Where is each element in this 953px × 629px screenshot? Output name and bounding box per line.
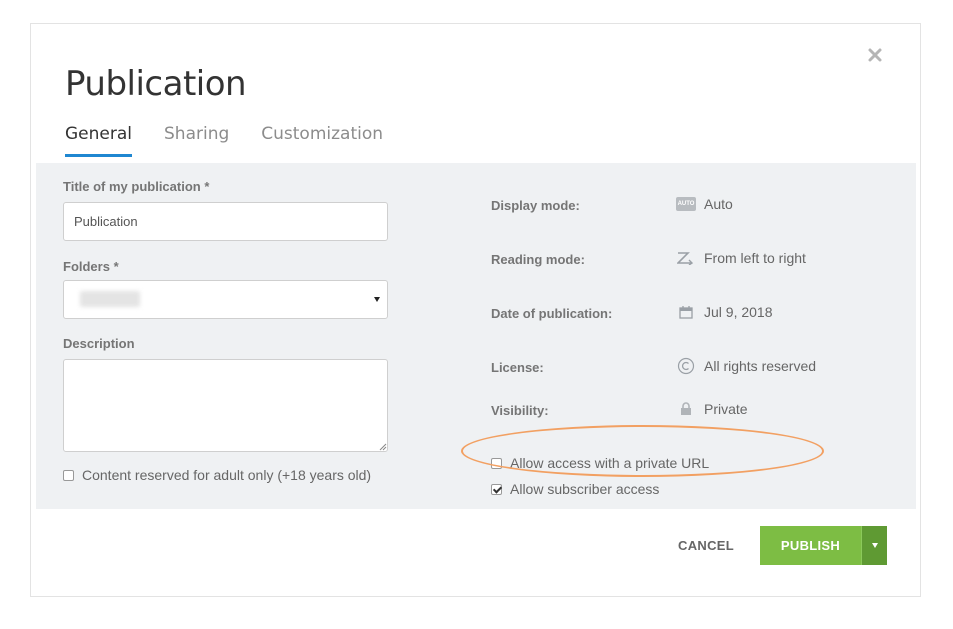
description-label: Description — [63, 336, 135, 351]
calendar-icon — [676, 302, 696, 322]
auto-icon: AUTO — [675, 194, 697, 214]
reading-mode-label: Reading mode: — [491, 252, 585, 267]
tab-general[interactable]: General — [65, 124, 132, 157]
title-input[interactable] — [63, 202, 388, 241]
caret-down-icon — [871, 543, 878, 548]
publication-dialog: Publication General Sharing Customizatio… — [30, 23, 921, 597]
private-url-label: Allow access with a private URL — [510, 455, 710, 471]
left-to-right-icon — [676, 248, 696, 268]
adult-content-label: Content reserved for adult only (+18 yea… — [82, 467, 372, 483]
copyright-icon — [676, 356, 696, 376]
display-mode-value[interactable]: AUTO Auto — [675, 194, 733, 214]
close-icon[interactable] — [866, 46, 884, 64]
visibility-label: Visibility: — [491, 403, 549, 418]
general-panel: Title of my publication * Folders * Desc… — [36, 163, 916, 509]
folders-select[interactable] — [63, 280, 388, 319]
display-mode-label: Display mode: — [491, 198, 580, 213]
private-url-row: Allow access with a private URL — [491, 455, 709, 471]
folders-selected-value — [80, 291, 140, 307]
tab-customization[interactable]: Customization — [261, 124, 383, 157]
resize-grip-icon[interactable] — [379, 443, 387, 451]
publish-button[interactable]: PUBLISH — [760, 526, 861, 565]
adult-content-row: Content reserved for adult only (+18 yea… — [63, 467, 371, 483]
publish-dropdown-button[interactable] — [861, 526, 887, 565]
dialog-title: Publication — [65, 64, 247, 104]
description-textarea[interactable] — [63, 359, 388, 452]
date-value[interactable]: Jul 9, 2018 — [676, 302, 773, 322]
folders-label: Folders * — [63, 259, 119, 274]
license-label: License: — [491, 360, 544, 375]
lock-icon — [676, 399, 696, 419]
subscriber-access-label: Allow subscriber access — [510, 481, 660, 497]
reading-mode-value[interactable]: From left to right — [676, 248, 806, 268]
adult-content-checkbox[interactable] — [63, 469, 74, 481]
cancel-button[interactable]: CANCEL — [678, 538, 734, 553]
visibility-value[interactable]: Private — [676, 399, 748, 419]
date-label: Date of publication: — [491, 306, 613, 321]
private-url-checkbox[interactable] — [491, 457, 502, 469]
tab-sharing[interactable]: Sharing — [164, 124, 229, 157]
subscriber-access-checkbox[interactable] — [491, 483, 502, 495]
chevron-down-icon — [374, 297, 380, 302]
tab-bar: General Sharing Customization — [65, 124, 415, 157]
title-label: Title of my publication * — [63, 179, 210, 194]
subscriber-access-row: Allow subscriber access — [491, 481, 659, 497]
license-value[interactable]: All rights reserved — [676, 356, 816, 376]
